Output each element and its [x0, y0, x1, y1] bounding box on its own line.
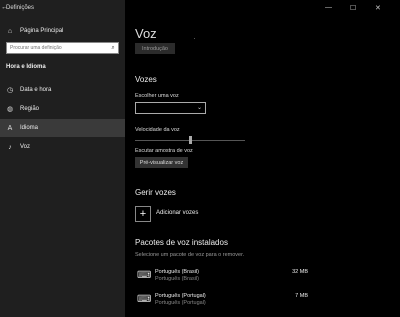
installed-hint: Selecione um pacote de voz para o remove…: [135, 252, 245, 258]
calendar-clock-icon: ◷: [6, 87, 14, 94]
voice-pack-sub: Português (Portugal): [155, 300, 206, 306]
minimize-icon[interactable]: —: [325, 4, 332, 11]
page-title: Voz: [135, 26, 157, 41]
sidebar-item-date-time[interactable]: ◷ Data e hora: [0, 81, 125, 99]
voice-pack-name: Português (Portugal): [155, 293, 206, 299]
voice-pack-size: 32 MB: [292, 269, 308, 275]
choose-voice-label: Escolher uma voz: [135, 93, 179, 99]
main-panel: — ☐ ✕ Voz Introdução Vozes Escolher uma …: [125, 0, 400, 317]
sidebar: ← Definições ⌂ Página Principal ⌕ Hora e…: [0, 0, 125, 317]
search-input[interactable]: [7, 43, 108, 53]
sidebar-item-label: Data e hora: [20, 87, 52, 93]
search-box[interactable]: ⌕: [6, 42, 119, 54]
app-title: Definições: [6, 5, 35, 11]
voice-pack-name: Português (Brasil): [155, 269, 200, 275]
maximize-icon[interactable]: ☐: [350, 4, 356, 12]
sidebar-item-label: Idioma: [20, 125, 39, 131]
voice-pack-icon: ⌨: [137, 294, 152, 305]
add-voices-button[interactable]: +: [135, 206, 151, 222]
sidebar-item-label: Voz: [20, 144, 31, 150]
add-voices-label[interactable]: Adicionar vozes: [156, 210, 198, 216]
speed-slider-thumb[interactable]: [189, 136, 192, 144]
sidebar-item-label: Região: [20, 106, 40, 112]
preview-voice-button[interactable]: Pré-visualizar voz: [135, 157, 188, 168]
sidebar-item-label: Página Principal: [20, 28, 64, 34]
voice-pack-sub: Português (Brasil): [155, 276, 200, 282]
sidebar-item-language[interactable]: A Idioma: [0, 119, 125, 137]
home-icon: ⌂: [7, 27, 13, 35]
voice-pack-icon: ⌨: [137, 270, 152, 281]
voice-pack-size: 7 MB: [295, 293, 308, 299]
microphone-icon: ♪: [8, 143, 12, 151]
divider-dot: [194, 38, 195, 39]
installed-packs-heading: Pacotes de voz instalados: [135, 238, 228, 247]
close-icon[interactable]: ✕: [375, 4, 381, 12]
plus-icon: +: [139, 208, 147, 220]
search-icon[interactable]: ⌕: [108, 45, 118, 52]
voice-pack-item[interactable]: ⌨ Português (Portugal) Português (Portug…: [135, 292, 310, 310]
sample-label: Escutar amostra de voz: [135, 148, 193, 154]
voices-heading: Vozes: [135, 75, 157, 84]
chevron-down-icon: ⌄: [196, 105, 202, 111]
manage-voices-heading: Gerir vozes: [135, 188, 176, 197]
speed-label: Velocidade da voz: [135, 127, 180, 133]
sidebar-item-voice[interactable]: ♪ Voz: [0, 138, 125, 156]
section-title: Hora e Idioma: [6, 64, 46, 70]
intro-button[interactable]: Introdução: [135, 43, 175, 54]
language-icon: A: [7, 124, 13, 132]
voice-pack-item[interactable]: ⌨ Português (Brasil) Português (Brasil) …: [135, 268, 310, 286]
sidebar-item-region[interactable]: ◍ Região: [0, 100, 125, 118]
voice-select[interactable]: ⌄: [135, 102, 206, 114]
globe-icon: ◍: [6, 106, 14, 113]
sidebar-item-home[interactable]: ⌂ Página Principal: [0, 22, 125, 40]
